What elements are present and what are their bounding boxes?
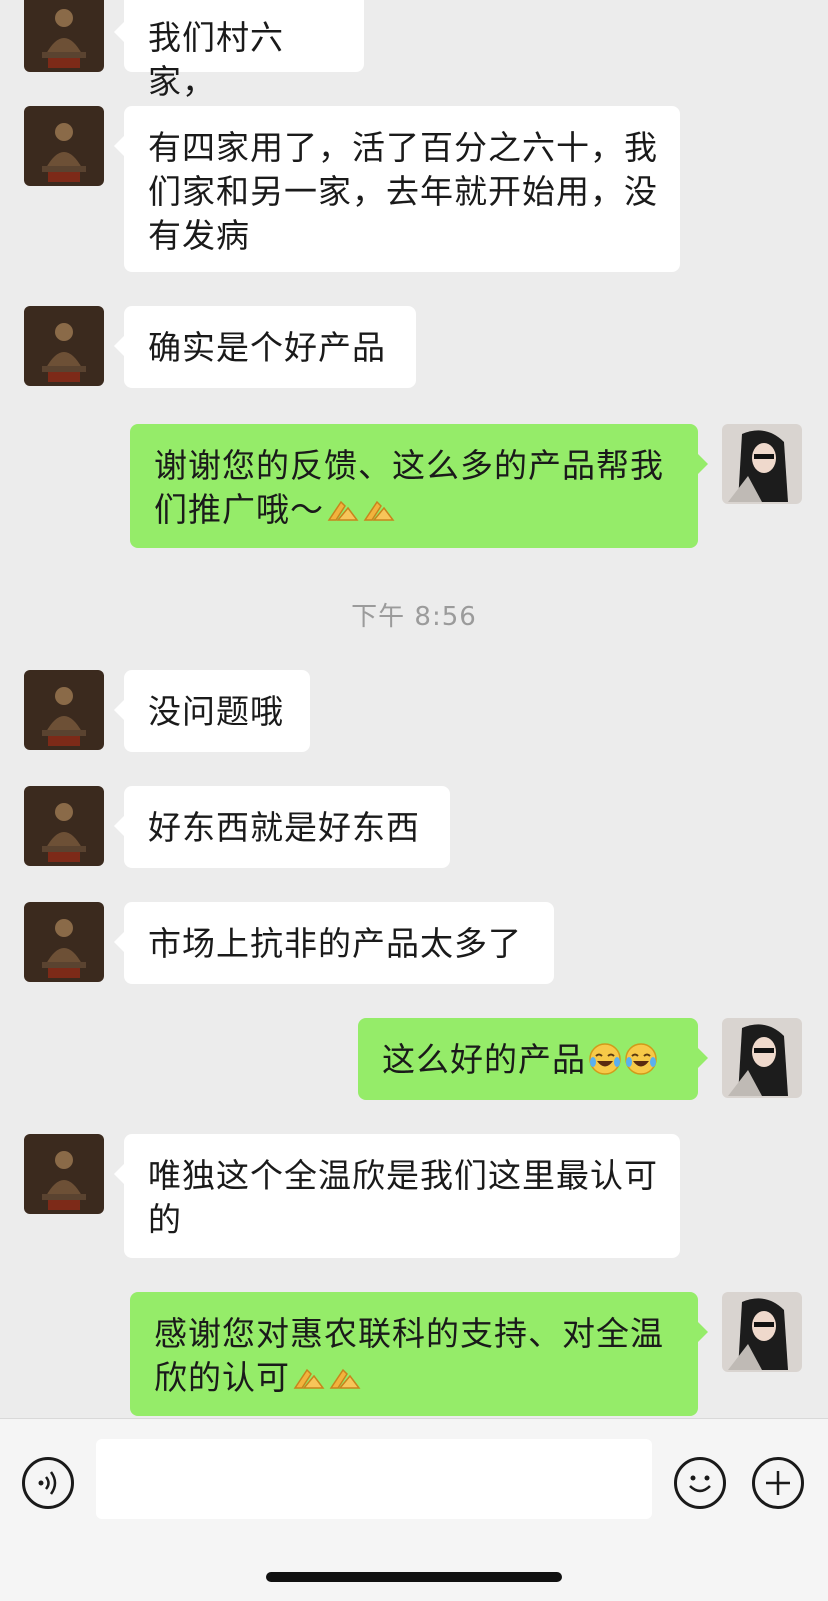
contact-avatar[interactable]	[24, 306, 104, 386]
message-text: 谢谢您的反馈、这么多的产品帮我们推广哦～	[154, 446, 664, 529]
chat-area[interactable]: 我们村六家， 有四家用了，活了百分之六十，我们家和另一家，去年就开始用，没有发病	[0, 0, 828, 1418]
tears-of-joy-icon	[588, 1042, 622, 1076]
smiley-icon[interactable]	[674, 1457, 726, 1509]
user-avatar[interactable]	[722, 1292, 802, 1372]
message-bubble[interactable]: 确实是个好产品	[114, 306, 416, 388]
bow-hands-icon	[362, 492, 396, 526]
contact-avatar[interactable]	[24, 786, 104, 866]
message-timestamp: 下午 8:56	[351, 602, 477, 632]
tears-of-joy-icon	[624, 1042, 658, 1076]
message-bubble[interactable]: 好东西就是好东西	[114, 786, 450, 868]
home-indicator[interactable]	[266, 1572, 562, 1582]
contact-avatar[interactable]	[24, 106, 104, 186]
message-bubble[interactable]: 市场上抗非的产品太多了	[114, 902, 554, 984]
bow-hands-icon	[326, 492, 360, 526]
message-input[interactable]	[96, 1439, 652, 1519]
message-bubble[interactable]: 谢谢您的反馈、这么多的产品帮我们推广哦～	[130, 424, 708, 548]
contact-avatar[interactable]	[24, 1134, 104, 1214]
message-bubble[interactable]: 这么好的产品	[358, 1018, 708, 1100]
plus-icon[interactable]	[752, 1457, 804, 1509]
bow-hands-icon	[328, 1360, 362, 1394]
message-bubble[interactable]: 没问题哦	[114, 670, 310, 752]
bow-hands-icon	[292, 1360, 326, 1394]
user-avatar[interactable]	[722, 1018, 802, 1098]
message-bubble[interactable]: 感谢您对惠农联科的支持、对全温欣的认可	[130, 1292, 708, 1416]
message-bubble[interactable]: 有四家用了，活了百分之六十，我们家和另一家，去年就开始用，没有发病	[114, 106, 680, 272]
contact-avatar[interactable]	[24, 902, 104, 982]
message-text: 这么好的产品	[382, 1040, 586, 1079]
voice-icon[interactable]	[22, 1457, 74, 1509]
message-text: 感谢您对惠农联科的支持、对全温欣的认可	[154, 1314, 664, 1397]
user-avatar[interactable]	[722, 424, 802, 504]
contact-avatar[interactable]	[24, 670, 104, 750]
message-bubble[interactable]: 唯独这个全温欣是我们这里最认可的	[114, 1134, 680, 1258]
contact-avatar[interactable]	[24, 0, 104, 72]
message-bubble[interactable]: 我们村六家，	[114, 0, 364, 101]
